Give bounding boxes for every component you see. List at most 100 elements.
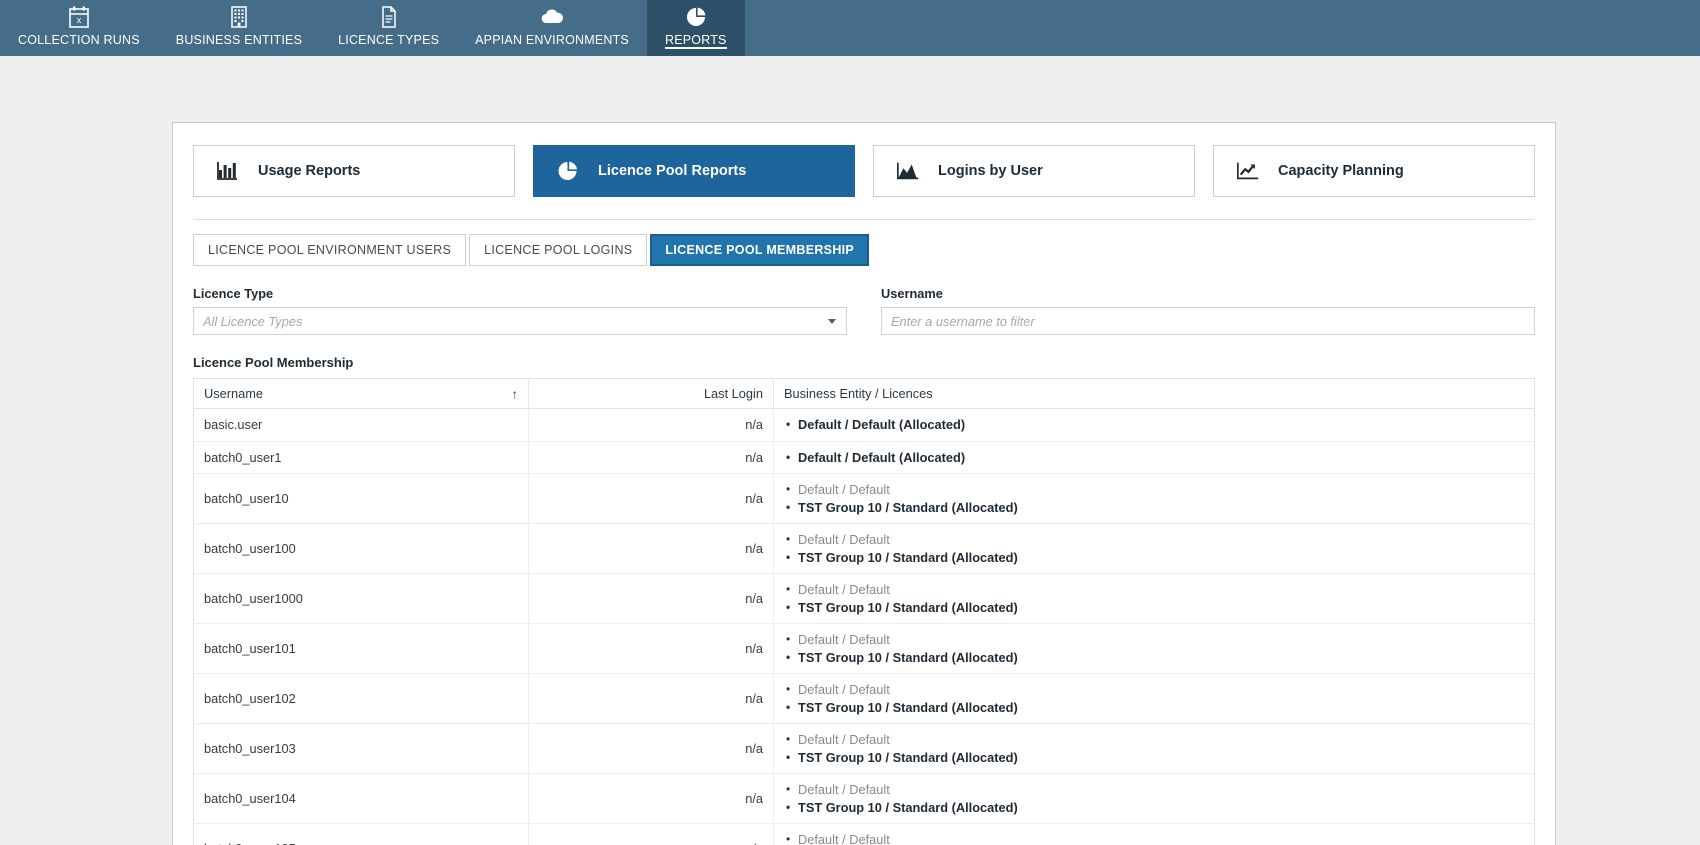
licence-list-item: Default / Default xyxy=(786,831,1524,845)
cell-last-login: n/a xyxy=(528,773,774,824)
licence-list: Default / Default (Allocated) xyxy=(784,416,1524,434)
nav-item-business-entities[interactable]: BUSINESS ENTITIES xyxy=(158,0,320,56)
cell-last-login: n/a xyxy=(528,723,774,774)
cell-last-login: n/a xyxy=(528,573,774,624)
chevron-down-icon xyxy=(828,319,836,324)
svg-text:x: x xyxy=(77,15,82,25)
filter-row: Licence Type All Licence Types Username … xyxy=(193,286,1535,335)
table-row[interactable]: batch0_user10n/a Default / DefaultTST Gro… xyxy=(193,473,1535,524)
licence-list-item: Default / Default xyxy=(786,781,1524,799)
table-title: Licence Pool Membership xyxy=(193,355,354,370)
table-row[interactable]: batch0_user101n/a Default / DefaultTST Gr… xyxy=(193,623,1535,674)
licence-list: Default / DefaultTST Group 10 / Standard… xyxy=(784,781,1524,816)
licence-list-item: Default / Default (Allocated) xyxy=(786,449,1524,467)
licence-list: Default / DefaultTST Group 10 / Standard… xyxy=(784,631,1524,666)
licence-list: Default / Default (Allocated) xyxy=(784,449,1524,467)
table-row[interactable]: basic.usern/a Default / Default (Allocate… xyxy=(193,408,1535,442)
licence-type-placeholder: All Licence Types xyxy=(203,313,303,329)
nav-item-appian-environments[interactable]: APPIAN ENVIRONMENTS xyxy=(457,0,647,56)
nav-item-label: APPIAN ENVIRONMENTS xyxy=(475,33,629,47)
licence-list-item: TST Group 10 / Standard (Allocated) xyxy=(786,699,1524,717)
licence-list: Default / DefaultTST Group 10 / Standard… xyxy=(784,531,1524,566)
nav-item-label: BUSINESS ENTITIES xyxy=(175,33,303,47)
report-tile-label: Capacity Planning xyxy=(1278,163,1404,179)
table-row[interactable]: batch0_user103n/a Default / DefaultTST Gr… xyxy=(193,723,1535,774)
report-tile-capacity-planning[interactable]: Capacity Planning xyxy=(1213,145,1535,197)
table-body: basic.usern/aDefault / Default (Allocate… xyxy=(193,408,1535,845)
licence-list-item: Default / Default xyxy=(786,681,1524,699)
cell-username: batch0_user101 xyxy=(193,623,529,674)
licence-list-item: Default / Default xyxy=(786,481,1524,499)
cell-username: batch0_user102 xyxy=(193,673,529,724)
area-chart-icon xyxy=(896,159,920,183)
cell-username: batch0_user1000 xyxy=(193,573,529,624)
table-row[interactable]: batch0_user105n/a Default / DefaultTST Gr… xyxy=(193,823,1535,845)
report-type-tiles: Usage Reports Licence Pool Reports Login… xyxy=(193,145,1535,197)
cloud-icon xyxy=(539,4,565,30)
subtab-licence-pool-membership[interactable]: LICENCE POOL MEMBERSHIP xyxy=(650,234,870,266)
column-header-last-login[interactable]: Last Login xyxy=(528,378,774,409)
pie-chart-icon xyxy=(556,159,580,183)
licence-list-item: Default / Default xyxy=(786,731,1524,749)
subtab-licence-pool-logins[interactable]: LICENCE POOL LOGINS xyxy=(469,234,648,266)
licence-list-item: Default / Default xyxy=(786,581,1524,599)
nav-item-reports[interactable]: REPORTS xyxy=(646,0,745,56)
building-icon xyxy=(229,4,249,30)
table-header: Username ↑ Last Login Business Entity / … xyxy=(193,378,1535,409)
cell-last-login: n/a xyxy=(528,523,774,574)
calendar-x-icon: x xyxy=(68,4,90,30)
column-header-last-login-label: Last Login xyxy=(703,386,763,401)
licence-list: Default / DefaultTST Group 10 / Standard… xyxy=(784,581,1524,616)
licence-list-item: Default / Default xyxy=(786,531,1524,549)
nav-item-collection-runs[interactable]: x COLLECTION RUNS xyxy=(0,0,158,56)
table-row[interactable]: batch0_user102n/a Default / DefaultTST Gr… xyxy=(193,673,1535,724)
username-input-wrapper[interactable]: Enter a username to filter xyxy=(881,307,1535,335)
cell-licences: Default / DefaultTST Group 10 / Standard… xyxy=(773,623,1535,674)
report-tile-label: Usage Reports xyxy=(258,163,361,179)
column-header-username-label: Username xyxy=(204,386,264,401)
licence-type-label: Licence Type xyxy=(193,286,274,301)
report-tile-usage-reports[interactable]: Usage Reports xyxy=(193,145,515,197)
cell-licences: Default / DefaultTST Group 10 / Standard… xyxy=(773,823,1535,845)
cell-username: basic.user xyxy=(193,408,529,442)
table-row[interactable]: batch0_user104n/a Default / DefaultTST Gr… xyxy=(193,773,1535,824)
cell-username: batch0_user103 xyxy=(193,723,529,774)
bar-chart-icon xyxy=(216,159,240,183)
report-tile-label: Logins by User xyxy=(938,163,1043,179)
nav-item-label: COLLECTION RUNS xyxy=(18,33,140,47)
cell-licences: Default / DefaultTST Group 10 / Standard… xyxy=(773,673,1535,724)
table-row[interactable]: batch0_user1n/a Default / Default (Alloca… xyxy=(193,441,1535,474)
licence-pool-membership-table: Username ↑ Last Login Business Entity / … xyxy=(193,378,1535,845)
table-row[interactable]: batch0_user100n/a Default / DefaultTST Gr… xyxy=(193,523,1535,574)
subtab-label: LICENCE POOL MEMBERSHIP xyxy=(665,243,855,257)
licence-list-item: Default / Default (Allocated) xyxy=(786,416,1524,434)
licence-type-select[interactable]: All Licence Types xyxy=(193,307,847,335)
nav-item-licence-types[interactable]: LICENCE TYPES xyxy=(320,0,457,56)
section-divider xyxy=(193,219,1535,220)
cell-licences: Default / Default (Allocated) xyxy=(773,441,1535,474)
table-header-row: Username ↑ Last Login Business Entity / … xyxy=(193,378,1535,409)
subtab-label: LICENCE POOL LOGINS xyxy=(484,243,633,257)
nav-item-label: LICENCE TYPES xyxy=(338,33,440,47)
licence-list: Default / DefaultTST Group 10 / Standard… xyxy=(784,681,1524,716)
column-header-username[interactable]: Username ↑ xyxy=(193,378,529,409)
report-tile-logins-by-user[interactable]: Logins by User xyxy=(873,145,1195,197)
cell-last-login: n/a xyxy=(528,823,774,845)
report-tile-licence-pool-reports[interactable]: Licence Pool Reports xyxy=(533,145,855,197)
subtab-licence-pool-environment-users[interactable]: LICENCE POOL ENVIRONMENT USERS xyxy=(193,234,467,266)
active-tab-underline xyxy=(664,47,727,49)
licence-list-item: TST Group 10 / Standard (Allocated) xyxy=(786,799,1524,817)
table-row[interactable]: batch0_user1000n/a Default / DefaultTST G… xyxy=(193,573,1535,624)
cell-username: batch0_user100 xyxy=(193,523,529,574)
licence-list-item: Default / Default xyxy=(786,631,1524,649)
licence-list-item: TST Group 10 / Standard (Allocated) xyxy=(786,649,1524,667)
licence-pool-subtabs: LICENCE POOL ENVIRONMENT USERS LICENCE P… xyxy=(193,234,1535,266)
licence-list: Default / DefaultTST Group 10 / Standard… xyxy=(784,831,1524,845)
column-header-licences[interactable]: Business Entity / Licences xyxy=(773,378,1535,409)
cell-last-login: n/a xyxy=(528,441,774,474)
licence-list-item: TST Group 10 / Standard (Allocated) xyxy=(786,749,1524,767)
pie-chart-icon xyxy=(685,4,707,30)
cell-username: batch0_user104 xyxy=(193,773,529,824)
cell-licences: Default / DefaultTST Group 10 / Standard… xyxy=(773,723,1535,774)
cell-username: batch0_user105 xyxy=(193,823,529,845)
